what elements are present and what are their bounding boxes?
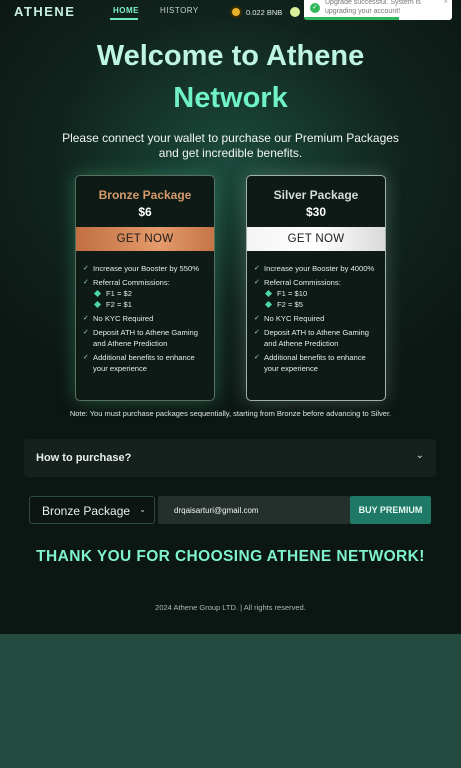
benefits-list: ✓ Increase your Booster by 550% ✓ Referral… — [83, 263, 211, 377]
email-field[interactable] — [158, 496, 351, 524]
commission-f1: F1 = $2 — [93, 288, 211, 299]
get-now-bronze-button[interactable]: GET NOW — [76, 227, 214, 251]
diamond-icon — [93, 289, 102, 298]
benefit-item: ✓ Additional benefits to enhance your exp… — [254, 353, 366, 373]
diamond-icon — [93, 300, 102, 309]
toast-message: Upgrade successful. System is upgrading … — [325, 0, 421, 15]
chevron-down-icon: ⌄ — [139, 505, 146, 514]
benefit-item: ✓ Referral Commissions: F1 = $2 F2 = $1 — [83, 277, 211, 310]
check-icon: ✓ — [254, 279, 260, 286]
benefit-item: ✓ Increase your Booster by 550% — [83, 264, 199, 273]
check-icon: ✓ — [254, 329, 260, 336]
silver-package-card: Silver Package $30 GET NOW ✓ Increase you… — [246, 175, 386, 401]
benefit-item: ✓ No KYC Required — [254, 314, 325, 323]
buy-premium-button[interactable]: BUY PREMIUM — [350, 496, 431, 524]
toast-progress-bar — [304, 17, 399, 20]
check-circle-icon: ✓ — [310, 3, 320, 13]
success-toast: ✓ Upgrade successful. System is upgradin… — [304, 0, 452, 20]
check-icon: ✓ — [254, 265, 260, 272]
commission-f2: F2 = $1 — [93, 299, 211, 310]
check-icon: ✓ — [83, 265, 89, 272]
thank-you-heading: THANK YOU FOR CHOOSING ATHENE NETWORK! — [36, 548, 425, 565]
hero-title-line2: Network — [173, 82, 288, 114]
how-to-purchase-accordion[interactable]: How to purchase? ⌄ — [24, 439, 436, 477]
package-select[interactable]: Bronze Package ⌄ — [29, 496, 155, 524]
commission-f1: F1 = $10 — [264, 288, 382, 299]
benefits-list: ✓ Increase your Booster by 4000% ✓ Referra… — [254, 263, 382, 377]
hero-subtitle: Please connect your wallet to purchase o… — [62, 131, 399, 160]
package-price: $6 — [138, 205, 152, 219]
check-icon: ✓ — [254, 354, 260, 361]
benefit-item: ✓ Deposit ATH to Athene Gaming and Athene… — [254, 328, 369, 348]
package-name: Bronze Package — [98, 188, 192, 202]
footer-copyright: 2024 Athene Group LTD. | All rights rese… — [155, 603, 306, 612]
purchase-form: Bronze Package ⌄ BUY PREMIUM — [29, 496, 431, 524]
check-icon: ✓ — [83, 315, 89, 322]
benefit-item: ✓ No KYC Required — [83, 314, 154, 323]
page: ATHENE HOME HISTORY 0.022 BNB ✓ Upgrade … — [0, 0, 461, 634]
check-icon: ✓ — [83, 329, 89, 336]
check-icon: ✓ — [83, 279, 89, 286]
wallet-balance: 0.022 BNB — [246, 8, 283, 17]
accordion-label: How to purchase? — [36, 452, 132, 464]
benefit-item: ✓ Additional benefits to enhance your exp… — [83, 353, 195, 373]
selected-package: Bronze Package — [42, 504, 131, 518]
benefit-item: ✓ Referral Commissions: F1 = $10 F2 = $5 — [254, 277, 382, 310]
wallet-avatar-icon[interactable] — [290, 7, 300, 17]
logo[interactable]: ATHENE — [14, 4, 75, 19]
package-name: Silver Package — [273, 188, 359, 202]
benefit-item: ✓ Deposit ATH to Athene Gaming and Athene… — [83, 328, 198, 348]
nav-history-link[interactable]: HISTORY — [160, 6, 199, 15]
benefit-item: ✓ Increase your Booster by 4000% — [254, 264, 375, 273]
check-icon: ✓ — [254, 315, 260, 322]
chevron-down-icon: ⌄ — [415, 450, 424, 461]
get-now-silver-button[interactable]: GET NOW — [247, 227, 385, 251]
bronze-package-card: Bronze Package $6 GET NOW ✓ Increase your… — [75, 175, 215, 401]
close-icon[interactable]: × — [443, 0, 448, 6]
package-price: $30 — [305, 205, 327, 219]
purchase-note: Note: You must purchase packages sequent… — [69, 409, 392, 418]
top-nav: ATHENE HOME HISTORY 0.022 BNB ✓ Upgrade … — [0, 0, 461, 24]
check-icon: ✓ — [83, 354, 89, 361]
nav-home-link[interactable]: HOME — [113, 6, 139, 15]
active-tab-indicator — [110, 18, 138, 20]
hero-title-line1: Welcome to Athene — [96, 40, 365, 72]
bnb-coin-icon — [230, 6, 242, 18]
diamond-icon — [264, 300, 273, 309]
commission-f2: F2 = $5 — [264, 299, 382, 310]
diamond-icon — [264, 289, 273, 298]
